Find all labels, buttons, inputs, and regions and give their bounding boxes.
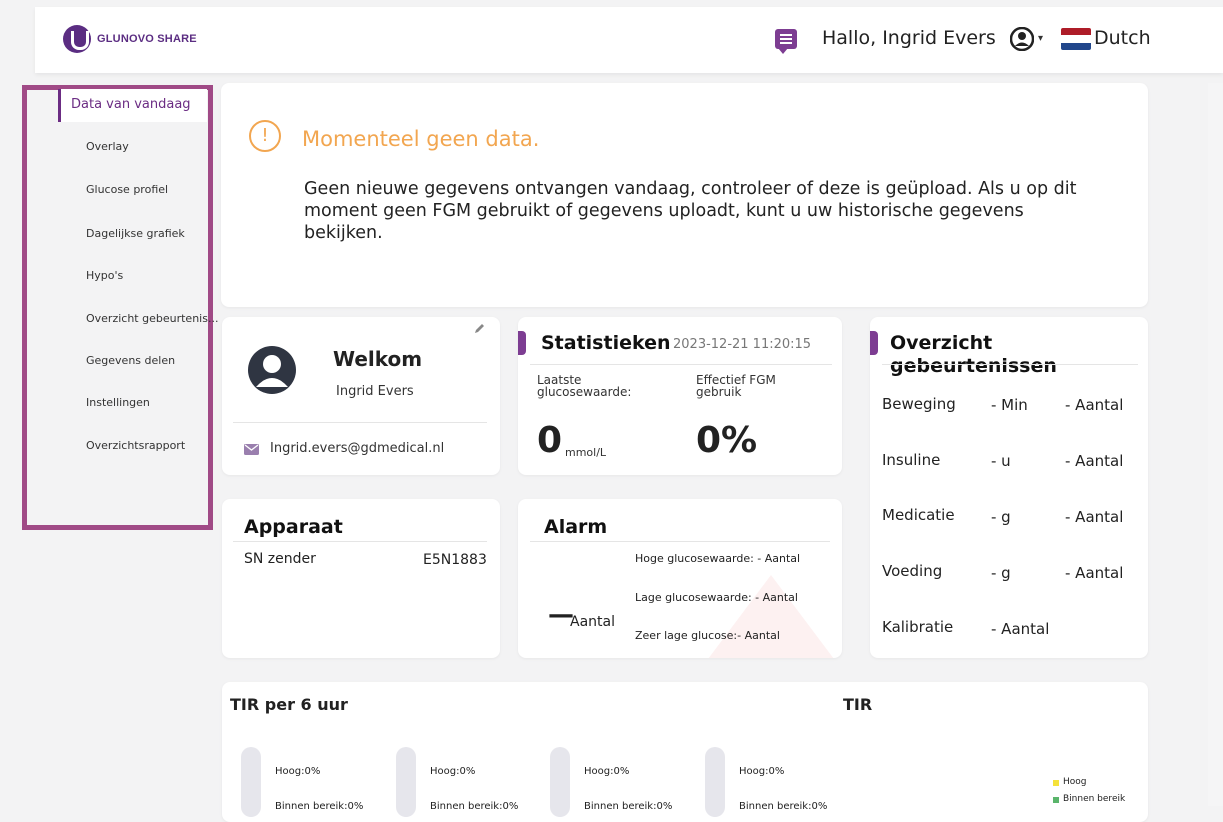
alarm-low-glucose: Lage glucosewaarde: - Aantal: [635, 591, 798, 604]
last-glucose-value: 0: [537, 420, 563, 461]
user-email: Ingrid.evers@gdmedical.nl: [270, 441, 445, 456]
last-glucose-label-line2: glucosewaarde:: [537, 385, 632, 399]
statistics-timestamp: 2023-12-21 11:20:15: [673, 337, 812, 352]
welcome-title: Welkom: [333, 347, 423, 371]
device-title: Apparaat: [244, 516, 343, 538]
legend-label-high: Hoog: [1063, 777, 1087, 787]
effective-fgm-value: 0%: [696, 420, 758, 461]
event-value: - g: [991, 564, 1011, 582]
divider: [233, 541, 487, 542]
event-count: - Aantal: [1065, 508, 1124, 526]
alarm-count-label: Aantal: [570, 614, 615, 630]
sidebar-item-overzichtsrapport[interactable]: Overzichtsrapport: [86, 439, 185, 452]
tir-high-label: Hoog:0%: [430, 766, 476, 777]
sidebar-item-dagelijkse-grafiek[interactable]: Dagelijkse grafiek: [86, 227, 185, 240]
tir-bar: [550, 747, 570, 817]
scrollbar[interactable]: [1208, 83, 1223, 806]
tir-in-range-label: Binnen bereik:0%: [430, 801, 519, 812]
alarm-very-low-glucose: Zeer lage glucose:- Aantal: [635, 629, 780, 642]
sidebar-item-label: Data van vandaag: [71, 97, 191, 112]
section-marker: [518, 331, 526, 355]
event-count: - Aantal: [1065, 564, 1124, 582]
legend-swatch-in-range: [1053, 797, 1059, 803]
warning-triangle-icon: [708, 575, 834, 658]
event-value: - g: [991, 508, 1011, 526]
tir-high-label: Hoog:0%: [739, 766, 785, 777]
tir-bar: [241, 747, 261, 817]
sidebar-item-instellingen[interactable]: Instellingen: [86, 396, 150, 409]
events-title-line2: gebeurtenissen: [890, 355, 1057, 377]
sidebar-item-hypos[interactable]: Hypo's: [86, 269, 123, 282]
alarm-title: Alarm: [544, 516, 608, 538]
greeting-text: Hallo, Ingrid Evers: [822, 27, 996, 49]
sidebar-item-overzicht-gebeurtenissen[interactable]: Overzicht gebeurtenis...: [86, 312, 218, 325]
effective-fgm-label-line2: gebruik: [696, 385, 742, 399]
legend-label-in-range: Binnen bereik: [1063, 794, 1126, 804]
warning-icon: !: [249, 120, 281, 152]
section-marker: [870, 331, 878, 355]
tir-bar: [396, 747, 416, 817]
last-glucose-unit: mmol/L: [565, 446, 607, 459]
sidebar-item-data-van-vandaag[interactable]: Data van vandaag: [58, 89, 207, 122]
alert-title: Momenteel geen data.: [302, 127, 540, 151]
event-name-insuline: Insuline: [882, 451, 941, 469]
event-count: - Aantal: [1065, 452, 1124, 470]
event-value: - Min: [991, 396, 1028, 414]
tir-in-range-label: Binnen bereik:0%: [584, 801, 673, 812]
tir-high-label: Hoog:0%: [584, 766, 630, 777]
brand-logo[interactable]: GLUNOVO SHARE: [63, 25, 197, 53]
chevron-down-icon[interactable]: ▾: [1038, 33, 1043, 44]
user-icon[interactable]: [1010, 27, 1034, 51]
tir-high-label: Hoog:0%: [275, 766, 321, 777]
event-count: - Aantal: [1065, 396, 1124, 414]
netherlands-flag-icon[interactable]: [1061, 28, 1091, 50]
brand-name: GLUNOVO SHARE: [97, 33, 197, 45]
tir-title: TIR: [843, 695, 873, 714]
device-serial-value: E5N1883: [423, 552, 487, 568]
statistics-title: Statistieken: [541, 332, 671, 354]
sidebar-item-gegevens-delen[interactable]: Gegevens delen: [86, 354, 175, 367]
legend-swatch-high: [1053, 780, 1059, 786]
sidebar-item-overlay[interactable]: Overlay: [86, 140, 129, 153]
sidebar-item-glucose-profiel[interactable]: Glucose profiel: [86, 183, 168, 196]
alert-message: Geen nieuwe gegevens ontvangen vandaag, …: [304, 179, 1077, 243]
divider: [882, 364, 1138, 365]
events-title-line1: Overzicht: [890, 332, 993, 354]
tir-bar: [705, 747, 725, 817]
event-name-beweging: Beweging: [882, 395, 956, 413]
logo-icon: [63, 25, 91, 53]
top-bar: GLUNOVO SHARE Hallo, Ingrid Evers ▾ Dutc…: [35, 7, 1223, 73]
alarm-high-glucose: Hoge glucosewaarde: - Aantal: [635, 552, 801, 565]
divider: [530, 364, 832, 365]
tir-in-range-label: Binnen bereik:0%: [739, 801, 828, 812]
event-name-voeding: Voeding: [882, 562, 943, 580]
edit-icon[interactable]: [474, 322, 486, 334]
divider: [530, 541, 830, 542]
language-selector[interactable]: Dutch: [1094, 27, 1151, 49]
event-name-medicatie: Medicatie: [882, 506, 955, 524]
event-name-kalibratie: Kalibratie: [882, 618, 954, 636]
avatar-icon: [248, 346, 296, 394]
divider: [233, 422, 487, 423]
device-serial-label: SN zender: [244, 551, 316, 567]
mail-icon: [244, 444, 259, 455]
user-name: Ingrid Evers: [336, 384, 414, 399]
tir-in-range-label: Binnen bereik:0%: [275, 801, 364, 812]
event-value: - u: [991, 452, 1011, 470]
tir-per-6h-title: TIR per 6 uur: [230, 695, 348, 714]
event-value: - Aantal: [991, 620, 1050, 638]
message-icon[interactable]: [775, 29, 797, 54]
